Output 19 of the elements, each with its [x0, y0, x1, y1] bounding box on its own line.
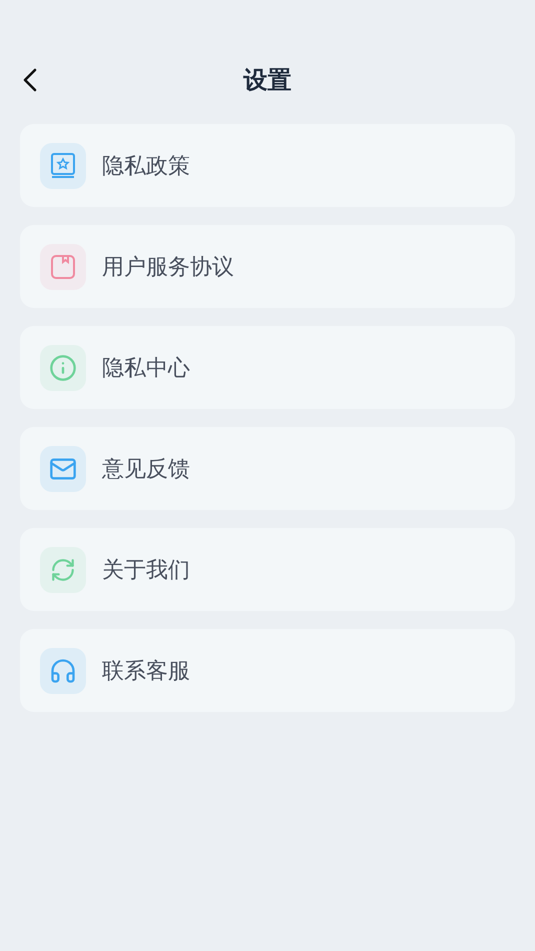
item-label: 联系客服 — [102, 658, 190, 686]
refresh-icon — [50, 556, 76, 582]
headphones-icon — [49, 656, 77, 684]
item-label: 隐私中心 — [102, 354, 190, 382]
page-title: 设置 — [244, 65, 292, 96]
item-label: 关于我们 — [102, 556, 190, 584]
settings-item[interactable]: 用户服务协议 — [20, 225, 515, 308]
info-icon — [49, 354, 77, 382]
bookmark-icon — [50, 254, 76, 280]
settings-item[interactable]: 隐私政策 — [20, 124, 515, 207]
book-star-icon — [50, 152, 76, 180]
settings-item[interactable]: 关于我们 — [20, 528, 515, 611]
settings-item[interactable]: 隐私中心 — [20, 326, 515, 409]
item-label: 隐私政策 — [102, 152, 190, 180]
back-icon — [23, 68, 37, 92]
item-label: 意见反馈 — [102, 456, 190, 484]
item-label: 用户服务协议 — [102, 254, 234, 282]
settings-item[interactable]: 联系客服 — [20, 629, 515, 712]
settings-item[interactable]: 意见反馈 — [20, 427, 515, 510]
